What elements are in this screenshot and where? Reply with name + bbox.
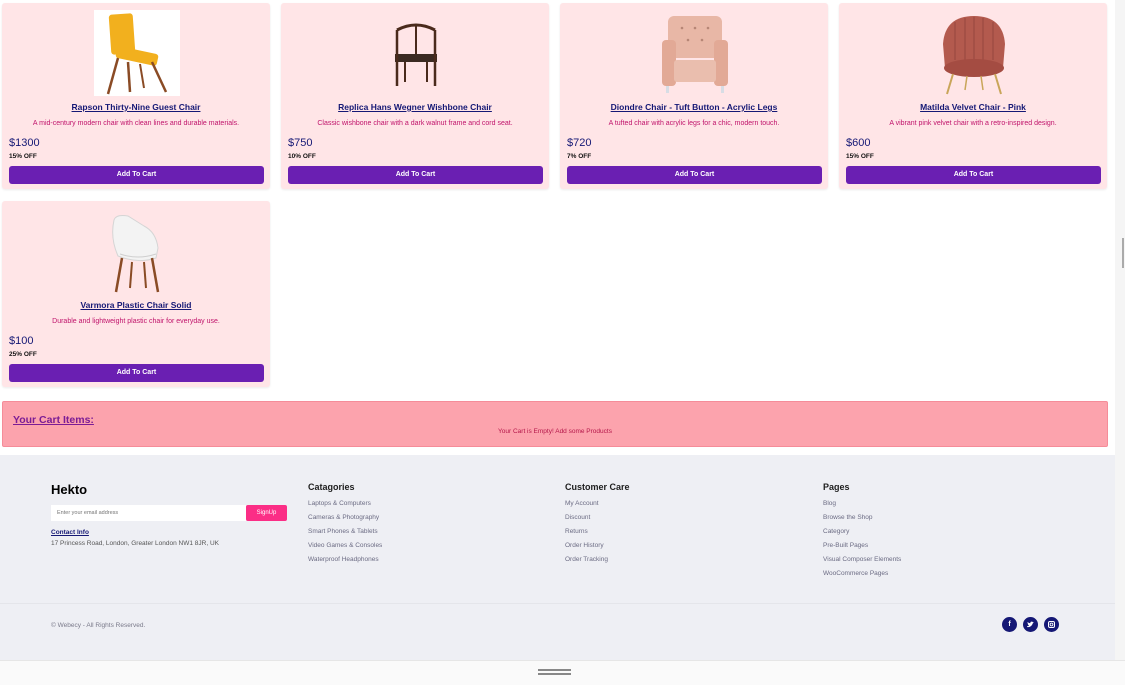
add-to-cart-button[interactable]: Add To Cart <box>846 166 1101 184</box>
product-name[interactable]: Varmora Plastic Chair Solid <box>2 300 270 310</box>
cart-empty-message: Your Cart is Empty! Add some Products <box>498 428 612 435</box>
product-description: A mid-century modern chair with clean li… <box>32 120 240 127</box>
footer-link[interactable]: Order History <box>565 542 630 556</box>
footer-column-heading: Catagories <box>308 482 355 492</box>
footer-bottom-bar: © Webecy - All Rights Reserved. f <box>0 603 1115 660</box>
product-price: $100 <box>9 335 34 347</box>
product-description: Durable and lightweight plastic chair fo… <box>52 318 220 325</box>
bottom-panel <box>0 660 1125 685</box>
yellow-chair-image[interactable] <box>94 10 180 96</box>
footer-link[interactable]: Category <box>823 528 901 542</box>
product-card: Replica Hans Wegner Wishbone Chair Class… <box>281 3 549 189</box>
product-card: Matilda Velvet Chair - Pink A vibrant pi… <box>839 3 1107 189</box>
cart-panel: Your Cart Items: Your Cart is Empty! Add… <box>2 401 1108 447</box>
add-to-cart-button[interactable]: Add To Cart <box>567 166 822 184</box>
plastic-chair-image[interactable] <box>94 208 180 294</box>
velvet-chair-image[interactable] <box>931 10 1017 96</box>
product-price: $720 <box>567 137 592 149</box>
product-name[interactable]: Rapson Thirty-Nine Guest Chair <box>2 102 270 112</box>
footer-link[interactable]: Laptops & Computers <box>308 500 382 514</box>
product-description: Classic wishbone chair with a dark walnu… <box>317 120 513 127</box>
footer-link[interactable]: Visual Composer Elements <box>823 556 901 570</box>
page-scrollbar[interactable] <box>1115 0 1125 660</box>
contact-address: 17 Princess Road, London, Greater London… <box>51 540 220 547</box>
discount-label: 25% OFF <box>9 351 37 358</box>
footer-link[interactable]: Smart Phones & Tablets <box>308 528 382 542</box>
product-card: Varmora Plastic Chair Solid Durable and … <box>2 201 270 387</box>
wishbone-chair-image[interactable] <box>373 10 459 96</box>
footer-brand[interactable]: Hekto <box>51 482 87 497</box>
product-price: $750 <box>288 137 313 149</box>
product-price: $1300 <box>9 137 40 149</box>
add-to-cart-button[interactable]: Add To Cart <box>9 166 264 184</box>
product-name[interactable]: Replica Hans Wegner Wishbone Chair <box>281 102 549 112</box>
footer-link[interactable]: Browse the Shop <box>823 514 901 528</box>
product-description: A tufted chair with acrylic legs for a c… <box>608 120 780 127</box>
footer-link[interactable]: Blog <box>823 500 901 514</box>
product-name[interactable]: Diondre Chair - Tuft Button - Acrylic Le… <box>560 102 828 112</box>
product-card: Rapson Thirty-Nine Guest Chair A mid-cen… <box>2 3 270 189</box>
newsletter-email-input[interactable] <box>51 505 246 521</box>
tufted-armchair-image[interactable] <box>652 10 738 96</box>
product-grid: Rapson Thirty-Nine Guest Chair A mid-cen… <box>0 0 1115 455</box>
scrollbar-thumb[interactable] <box>1122 238 1124 268</box>
product-price: $600 <box>846 137 871 149</box>
footer: Hekto SignUp Contact Info 17 Princess Ro… <box>0 455 1115 605</box>
discount-label: 7% OFF <box>567 153 592 160</box>
footer-column-pages: Pages Blog Browse the Shop Category Pre-… <box>823 482 901 584</box>
add-to-cart-button[interactable]: Add To Cart <box>9 364 264 382</box>
footer-link[interactable]: Discount <box>565 514 630 528</box>
twitter-icon[interactable] <box>1023 617 1038 632</box>
copyright-text: © Webecy - All Rights Reserved. <box>51 622 146 629</box>
footer-link[interactable]: Returns <box>565 528 630 542</box>
footer-link[interactable]: Cameras & Photography <box>308 514 382 528</box>
drag-handle-icon[interactable] <box>538 669 571 675</box>
footer-column-heading: Customer Care <box>565 482 630 492</box>
discount-label: 10% OFF <box>288 153 316 160</box>
product-description: A vibrant pink velvet chair with a retro… <box>889 120 1057 127</box>
instagram-icon[interactable] <box>1044 617 1059 632</box>
footer-link[interactable]: WooCommerce Pages <box>823 570 901 584</box>
footer-column-customer-care: Customer Care My Account Discount Return… <box>565 482 630 570</box>
footer-link[interactable]: Order Tracking <box>565 556 630 570</box>
footer-link[interactable]: Waterproof Headphones <box>308 556 382 570</box>
contact-info-link[interactable]: Contact Info <box>51 529 89 536</box>
facebook-icon[interactable]: f <box>1002 617 1017 632</box>
footer-link[interactable]: Video Games & Consoles <box>308 542 382 556</box>
product-name[interactable]: Matilda Velvet Chair - Pink <box>839 102 1107 112</box>
footer-column-heading: Pages <box>823 482 850 492</box>
discount-label: 15% OFF <box>846 153 874 160</box>
footer-link[interactable]: Pre-Built Pages <box>823 542 901 556</box>
footer-link[interactable]: My Account <box>565 500 630 514</box>
cart-title: Your Cart Items: <box>13 414 94 426</box>
footer-column-categories: Catagories Laptops & Computers Cameras &… <box>308 482 382 570</box>
discount-label: 15% OFF <box>9 153 37 160</box>
add-to-cart-button[interactable]: Add To Cart <box>288 166 543 184</box>
signup-button[interactable]: SignUp <box>246 505 287 521</box>
product-card: Diondre Chair - Tuft Button - Acrylic Le… <box>560 3 828 189</box>
